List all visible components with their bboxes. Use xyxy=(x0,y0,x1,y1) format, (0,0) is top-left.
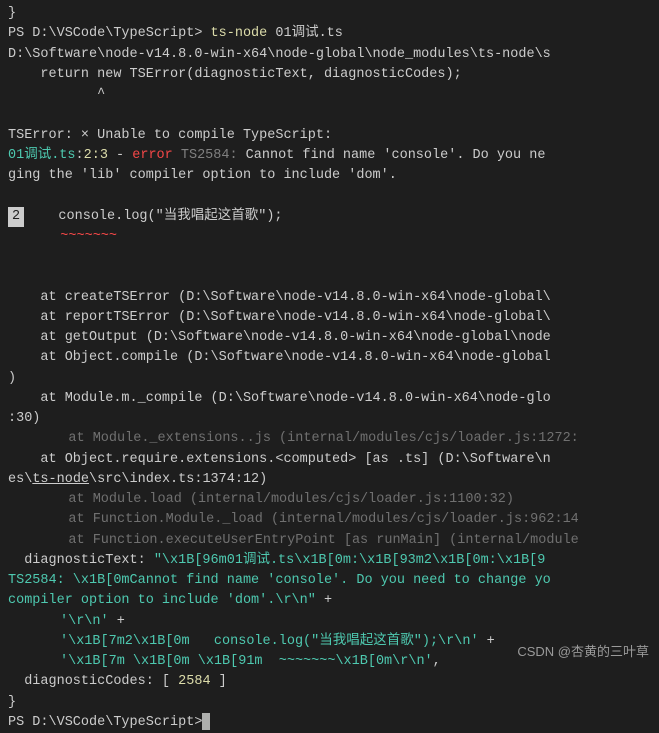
error-location: 01调试.ts:2:3 - error TS2584: Cannot find … xyxy=(8,146,651,166)
diagnostic-text-line: compiler option to include 'dom'.\r\n" + xyxy=(8,591,651,611)
prompt-line-1: PS D:\VSCode\TypeScript> ts-node 01调试.ts xyxy=(8,24,651,44)
blank xyxy=(8,105,651,125)
line-number-gutter: 2 xyxy=(8,207,24,227)
stack-frame-cont: es\ts-node\src\index.ts:1374:12) xyxy=(8,470,651,490)
diagnostic-codes: diagnosticCodes: [ 2584 ] xyxy=(8,672,651,692)
terminal-output[interactable]: } PS D:\VSCode\TypeScript> ts-node 01调试.… xyxy=(8,4,651,733)
tserror-header: TSError: × Unable to compile TypeScript: xyxy=(8,126,651,146)
cursor-icon xyxy=(202,713,210,730)
code-snippet: 2 console.log("当我唱起这首歌"); xyxy=(8,207,651,227)
stack-frame-internal: at Function.Module._load (internal/modul… xyxy=(8,510,651,530)
stack-frame: at getOutput (D:\Software\node-v14.8.0-w… xyxy=(8,328,651,348)
brace-close: } xyxy=(8,4,651,24)
squiggle: ~~~~~~~ xyxy=(8,227,651,247)
command-name: ts-node xyxy=(211,26,268,41)
diagnostic-text-label: diagnosticText: "\x1B[96m01调试.ts\x1B[0m:… xyxy=(8,551,651,571)
watermark-text: CSDN @杏黄的三叶草 xyxy=(517,642,649,662)
stack-frame-internal: at Function.executeUserEntryPoint [as ru… xyxy=(8,531,651,551)
stack-frame-internal: at Module._extensions..js (internal/modu… xyxy=(8,429,651,449)
caret-line: ^ xyxy=(8,85,651,105)
diagnostic-text-line: '\r\n' + xyxy=(8,612,651,632)
stack-frame: at reportTSError (D:\Software\node-v14.8… xyxy=(8,308,651,328)
error-msg-cont: ging the 'lib' compiler option to includ… xyxy=(8,166,651,186)
stack-frame: at Object.compile (D:\Software\node-v14.… xyxy=(8,348,651,368)
return-line: return new TSError(diagnosticText, diagn… xyxy=(8,65,651,85)
stack-paren: ) xyxy=(8,369,651,389)
stack-frame: at createTSError (D:\Software\node-v14.8… xyxy=(8,288,651,308)
blank xyxy=(8,267,651,287)
stack-frame-internal: at Module.load (internal/modules/cjs/loa… xyxy=(8,490,651,510)
close-brace: } xyxy=(8,693,651,713)
diagnostic-text-line: TS2584: \x1B[0mCannot find name 'console… xyxy=(8,571,651,591)
blank xyxy=(8,247,651,267)
blank xyxy=(8,186,651,206)
prompt-line-2[interactable]: PS D:\VSCode\TypeScript> xyxy=(8,713,651,733)
stack-frame: at Module.m._compile (D:\Software\node-v… xyxy=(8,389,651,409)
stack-frame: at Object.require.extensions.<computed> … xyxy=(8,450,651,470)
error-path: D:\Software\node-v14.8.0-win-x64\node-gl… xyxy=(8,45,651,65)
stack-frame-cont: :30) xyxy=(8,409,651,429)
